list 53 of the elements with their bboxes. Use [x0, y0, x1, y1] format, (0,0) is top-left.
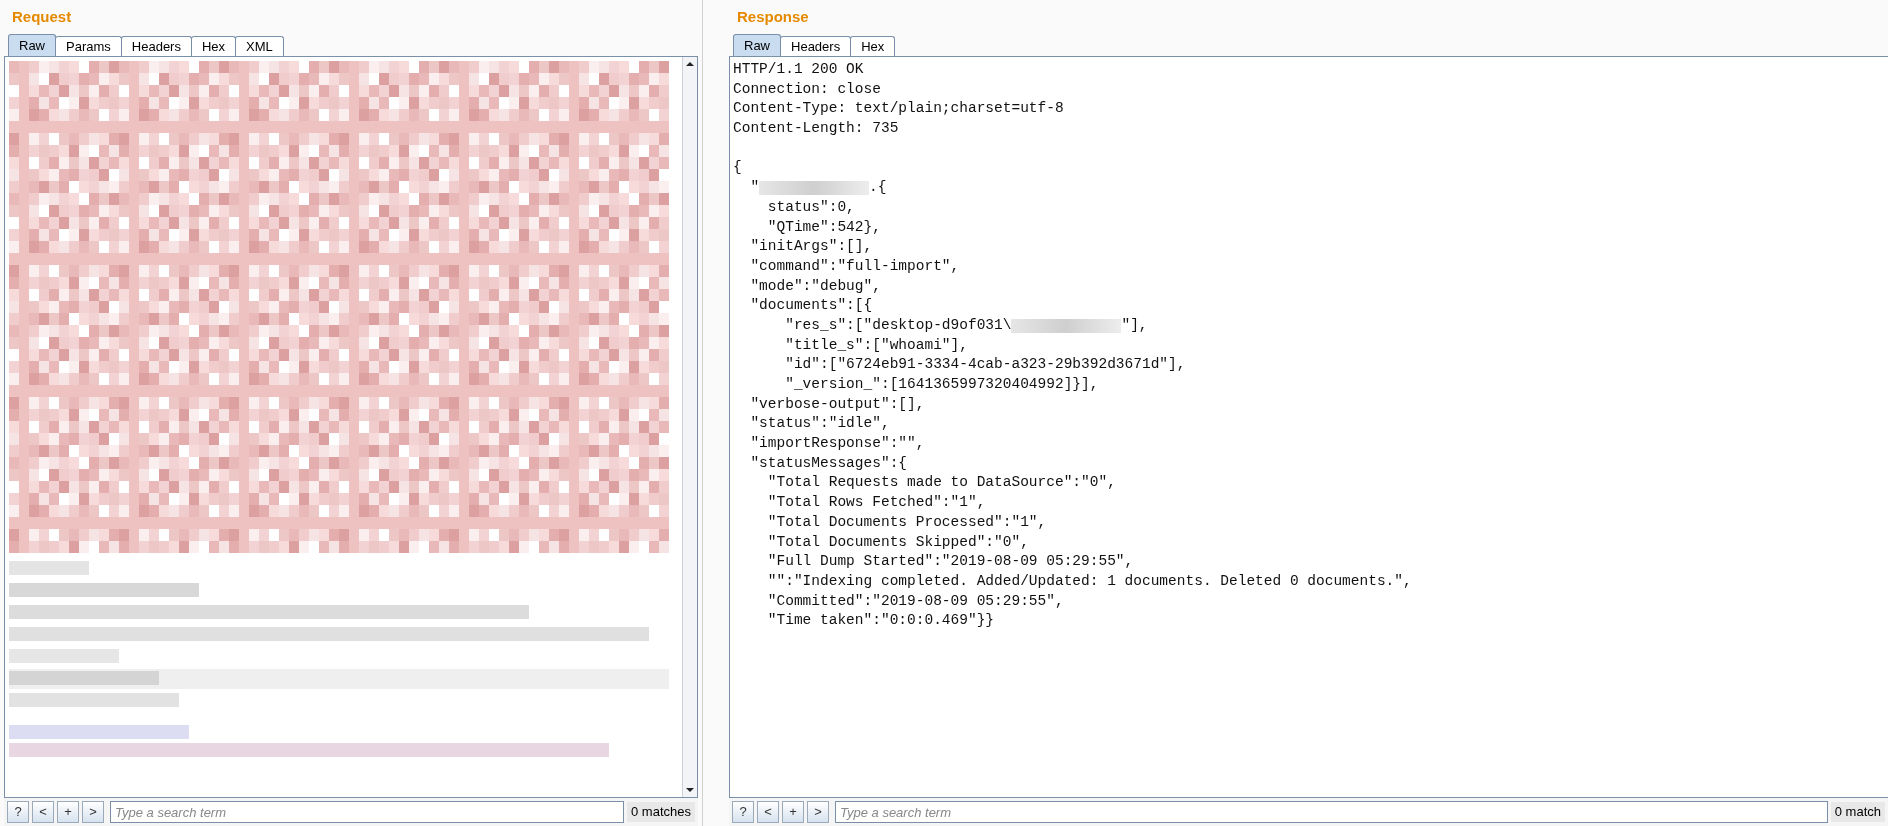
search-field[interactable]: Type a search term — [835, 801, 1828, 823]
response-text: "":"Indexing completed. Added/Updated: 1 documents. Deleted 0 documents.", — [766, 571, 1412, 591]
tab[interactable]: Raw — [733, 34, 781, 56]
response-text: "Total Requests made to DataSource":"0", — [766, 473, 1116, 493]
search-nav-button[interactable]: ? — [7, 801, 29, 823]
response-text: .{ — [869, 178, 887, 198]
response-text: "Full Dump Started":"2019-08-09 05:29:55", — [766, 552, 1134, 572]
search-nav-button[interactable]: < — [32, 801, 54, 823]
match-count: 0 matches — [627, 802, 695, 822]
response-text: "statusMessages":{ — [749, 453, 908, 473]
tab[interactable]: XML — [235, 36, 284, 56]
response-text: "verbose-output":[], — [749, 394, 925, 414]
response-text: "Total Documents Skipped":"0", — [766, 532, 1029, 552]
scrollbar[interactable] — [682, 57, 697, 797]
response-text: "status":"idle", — [749, 414, 890, 434]
response-text: "Total Rows Fetched":"1", — [766, 493, 986, 513]
search-nav-button[interactable]: ? — [732, 801, 754, 823]
response-text: "title_s":["whoami"], — [784, 335, 968, 355]
response-text: Content-Length: 735 — [733, 119, 899, 139]
response-text: "importResponse":"", — [749, 434, 925, 454]
response-text: " — [749, 178, 760, 198]
search-nav-button[interactable]: + — [782, 801, 804, 823]
response-text: "Committed":"2019-08-09 05:29:55", — [766, 591, 1064, 611]
search-nav-button[interactable]: > — [807, 801, 829, 823]
response-text: "Total Documents Processed":"1", — [766, 512, 1047, 532]
response-text: "initArgs":[], — [749, 237, 873, 257]
search-field[interactable]: Type a search term — [110, 801, 624, 823]
tab[interactable]: Params — [55, 36, 122, 56]
response-text: status":0, — [766, 197, 855, 217]
response-text: Connection: close — [733, 79, 881, 99]
match-count: 0 match — [1830, 802, 1885, 822]
response-text: "documents":[{ — [749, 296, 873, 316]
response-text: HTTP/1.1 200 OK — [733, 60, 864, 79]
search-nav-button[interactable]: < — [757, 801, 779, 823]
response-text: "Time taken":"0:0:0.469"}} — [766, 611, 995, 631]
response-text: "], — [1121, 315, 1148, 335]
response-text: "id":["6724eb91-3334-4cab-a323-29b392d3671d"], — [784, 355, 1186, 375]
search-nav-button[interactable]: > — [82, 801, 104, 823]
tab[interactable]: Headers — [780, 36, 852, 56]
response-text: Content-Type: text/plain;charset=utf-8 — [733, 99, 1064, 119]
tab[interactable]: Hex — [850, 36, 896, 56]
response-text: "res_s":["desktop-d9of031\ — [784, 315, 1012, 335]
tab[interactable]: Raw — [8, 34, 56, 56]
search-nav-button[interactable]: + — [57, 801, 79, 823]
response-text: "QTime":542}, — [766, 217, 881, 237]
response-text: "command":"full-import", — [749, 256, 960, 276]
tab[interactable]: Headers — [120, 36, 192, 56]
tab[interactable]: Hex — [190, 36, 237, 56]
response-text: "mode":"debug", — [749, 276, 881, 296]
response-text: "_version_":[1641365997320404992]}], — [784, 375, 1099, 394]
response-text: { — [733, 158, 742, 178]
panel-title: Request — [11, 6, 73, 27]
panel-title: Response — [736, 6, 810, 27]
